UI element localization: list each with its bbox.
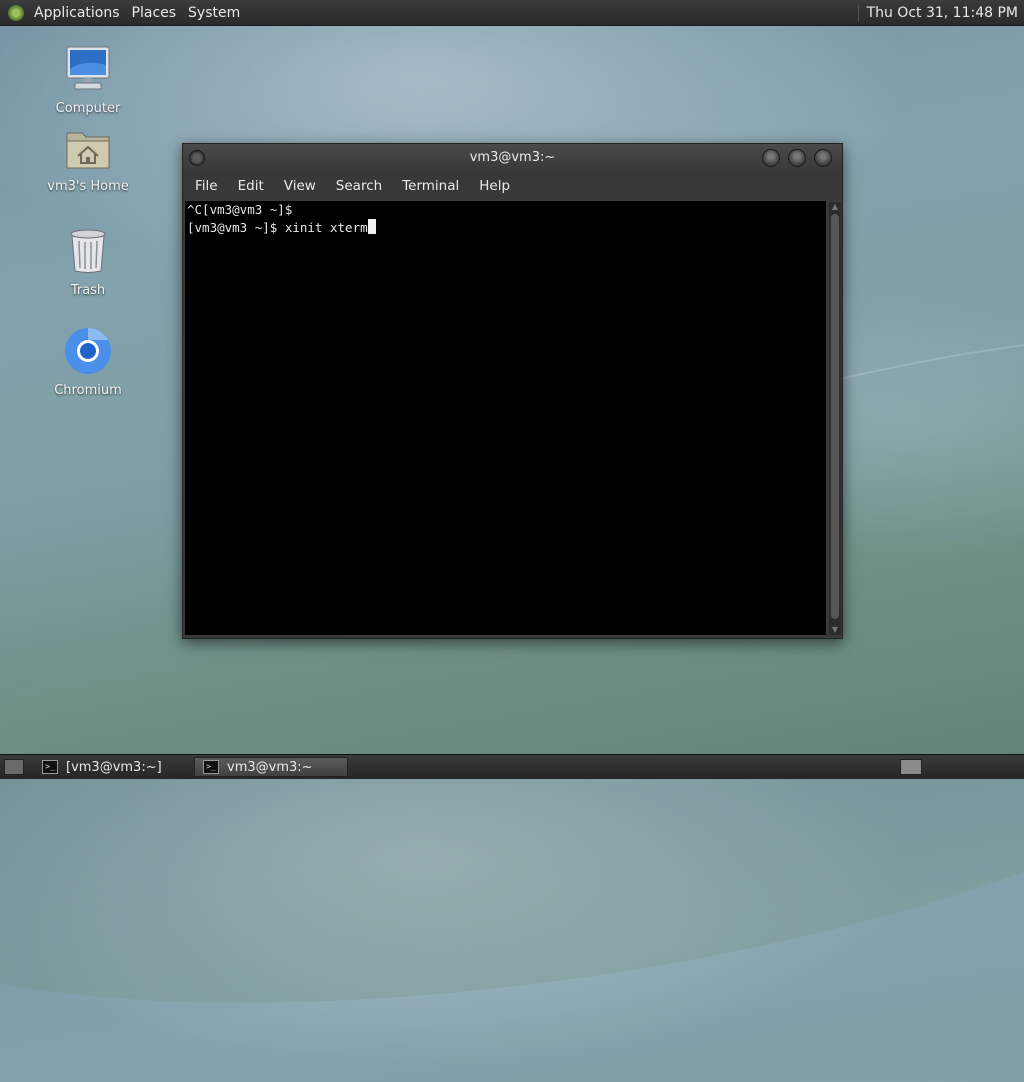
workspace-switcher[interactable] [900,759,922,775]
desktop-icon-label: Chromium [54,383,122,398]
applications-menu[interactable]: Applications [30,5,128,21]
show-desktop-icon[interactable] [4,759,24,775]
system-menu[interactable]: System [184,5,248,21]
desktop-icon-chromium[interactable]: Chromium [43,327,133,398]
taskbar-item[interactable]: >_ [vm3@vm3:~] [34,757,188,777]
top-panel: Applications Places System Thu Oct 31, 1… [0,0,1024,26]
computer-icon [66,46,110,90]
desktop-icon-home[interactable]: vm3's Home [43,127,133,194]
menu-edit[interactable]: Edit [228,178,274,194]
taskbar-item-label: [vm3@vm3:~] [66,759,162,775]
terminal-menubar: File Edit View Search Terminal Help [183,172,842,200]
window-title: vm3@vm3:~ [469,150,556,165]
window-menu-icon[interactable] [189,150,205,166]
terminal-prompt-line: [vm3@vm3 ~]$ xinit xterm [185,219,826,237]
terminal-scrollbar[interactable]: ▲ ▼ [829,202,841,635]
menu-view[interactable]: View [274,178,326,194]
maximize-icon[interactable] [788,149,806,167]
window-titlebar[interactable]: vm3@vm3:~ [183,144,842,172]
close-icon[interactable] [814,149,832,167]
home-folder-icon [66,132,110,169]
scroll-up-arrow-icon[interactable]: ▲ [831,203,839,211]
desktop-icon-label: vm3's Home [47,179,129,194]
minimize-icon[interactable] [762,149,780,167]
chromium-icon [65,328,111,374]
distro-logo-icon[interactable] [8,4,24,21]
terminal-output[interactable]: ^C[vm3@vm3 ~]$ [vm3@vm3 ~]$ xinit xterm [185,201,826,635]
text-cursor [367,219,376,234]
scroll-down-arrow-icon[interactable]: ▼ [831,626,839,634]
menu-help[interactable]: Help [469,178,520,194]
terminal-line: ^C[vm3@vm3 ~]$ [187,202,293,217]
places-menu[interactable]: Places [128,5,185,21]
desktop-icon-label: Trash [70,283,106,298]
trash-icon [70,229,106,273]
menu-terminal[interactable]: Terminal [392,178,469,194]
clock[interactable]: Thu Oct 31, 11:48 PM [857,4,1024,21]
desktop-icon-label: Computer [55,101,121,116]
bottom-panel: >_ [vm3@vm3:~] >_ vm3@vm3:~ [0,754,1024,779]
menu-search[interactable]: Search [326,178,392,194]
scrollbar-thumb[interactable] [831,214,839,619]
taskbar-item-label: vm3@vm3:~ [227,759,313,775]
terminal-command: [vm3@vm3 ~]$ xinit xterm [187,220,368,235]
desktop-icon-trash[interactable]: Trash [43,227,133,298]
terminal-task-icon: >_ [42,760,58,774]
desktop-icon-computer[interactable]: Computer [43,45,133,116]
menu-file[interactable]: File [185,178,228,194]
terminal-task-icon: >_ [203,760,219,774]
terminal-window[interactable]: vm3@vm3:~ File Edit View Search Terminal… [182,143,843,639]
taskbar-item-active[interactable]: >_ vm3@vm3:~ [194,757,348,777]
